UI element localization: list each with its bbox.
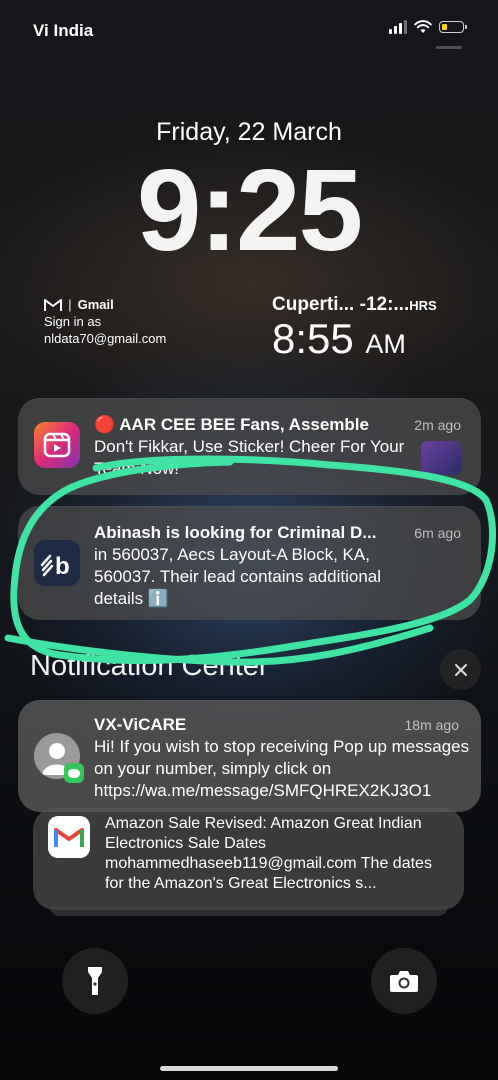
flashlight-icon [88,967,102,995]
highlight-annotation [4,455,497,666]
camera-button[interactable] [371,948,437,1014]
flashlight-button[interactable] [62,948,128,1014]
camera-icon [390,971,418,992]
home-indicator[interactable] [160,1066,338,1071]
